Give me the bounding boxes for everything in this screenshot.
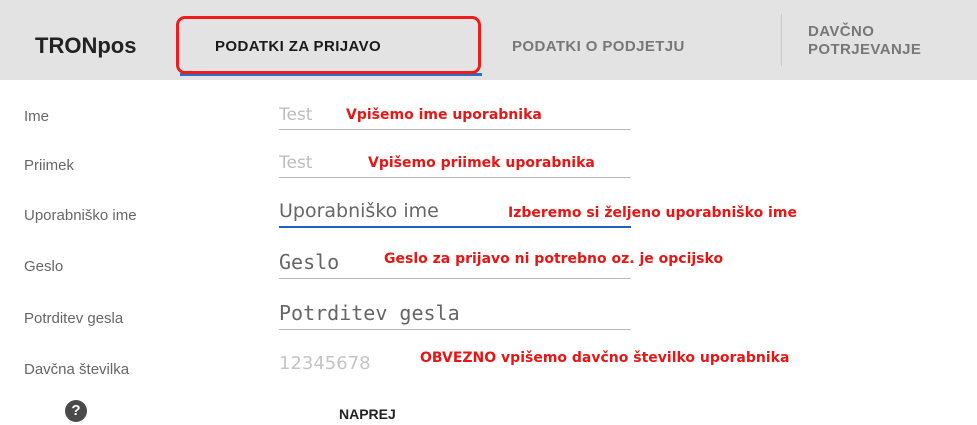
label-tax-number: Davčna številka [24,361,130,378]
tab-tax-verification-line2: POTRJEVANJE [808,41,922,58]
note-last-name: Vpišemo priimek uporabnika [368,155,595,171]
label-last-name: Priimek [24,157,75,174]
confirm-password-input[interactable]: Potrditev gesla [279,290,631,330]
tab-tax-verification-line1: DAVČNO [808,23,875,40]
note-tax-number: OBVEZNO vpišemo davčno številko uporabni… [420,350,790,366]
label-username: Uporabniško ime [24,207,137,224]
tax-number-input[interactable]: 12345678 [279,338,411,378]
tab-tax-verification[interactable]: DAVČNO POTRJEVANJE [808,23,921,59]
label-first-name: Ime [24,108,50,125]
last-name-value: Test [279,153,313,173]
label-confirm-password: Potrditev gesla [24,310,124,327]
tax-number-value: 12345678 [279,353,371,374]
note-first-name: Vpišemo ime uporabnika [346,107,542,123]
app-header: TRONpos PODATKI ZA PRIJAVO PODATKI O POD… [0,0,977,80]
next-button[interactable]: NAPREJ [339,406,396,422]
note-password: Geslo za prijavo ni potrebno oz. je opci… [384,251,724,267]
first-name-value: Test [279,105,313,125]
note-username: Izberemo si željeno uporabniško ime [508,205,797,221]
password-value: Geslo [279,250,340,274]
username-value: Uporabniško ime [279,200,439,222]
question-circle-icon[interactable]: ? [65,400,87,422]
label-password: Geslo [24,258,64,275]
tab-company-data[interactable]: PODATKI O PODJETJU [512,38,685,55]
highlight-box [176,16,481,74]
app-brand: TRONpos [35,33,137,58]
confirm-password-value: Potrditev gesla [279,301,460,325]
tab-separator [781,14,782,66]
